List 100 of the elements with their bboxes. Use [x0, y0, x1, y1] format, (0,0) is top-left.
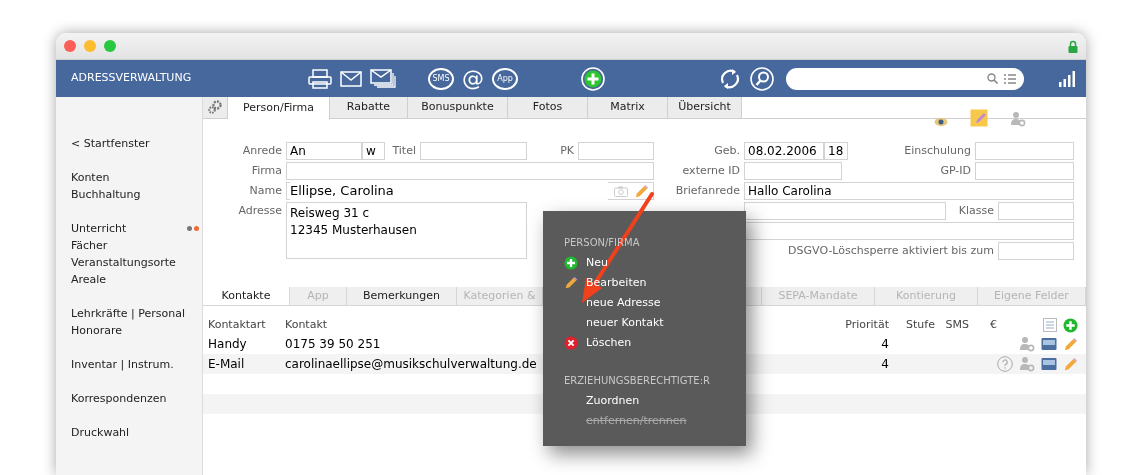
- sidebar-link[interactable]: Buchhaltung: [71, 186, 141, 203]
- table-cell-text: 4: [880, 356, 889, 373]
- plus-icon: [581, 66, 605, 91]
- sidebar-link[interactable]: Korrespondenzen: [71, 390, 167, 407]
- menu-item[interactable]: Zuordnen: [564, 391, 640, 411]
- sidebar-link[interactable]: Konten: [71, 169, 110, 186]
- printer-button[interactable]: [308, 68, 332, 89]
- camera-icon: [614, 185, 628, 197]
- sidebar-link[interactable]: Inventar | Instrum.: [71, 356, 174, 373]
- window-control-button[interactable]: [64, 40, 76, 52]
- input-field[interactable]: [578, 142, 654, 160]
- user-settings-icon[interactable]: [1019, 336, 1035, 352]
- column-header: SMS: [945, 317, 969, 331]
- user-settings-icon[interactable]: [1010, 111, 1026, 127]
- add-icon[interactable]: [1063, 317, 1078, 333]
- speech-bubble-button[interactable]: SMS: [428, 67, 454, 90]
- tab[interactable]: Matrix: [588, 97, 668, 118]
- settings-icon: [208, 100, 222, 115]
- field-label: externe ID: [681, 163, 741, 179]
- table-cell-text: Handy: [207, 336, 248, 353]
- field-label: PK: [559, 143, 575, 159]
- tab[interactable]: Übersicht: [668, 97, 742, 118]
- input-field[interactable]: Hallo Carolina: [744, 182, 1074, 200]
- field-label: GP-ID: [939, 163, 972, 179]
- window-control-button[interactable]: [84, 40, 96, 52]
- mail-stack-button[interactable]: [370, 68, 396, 89]
- window-control-button[interactable]: [104, 40, 116, 52]
- card-icon[interactable]: [1041, 357, 1057, 371]
- sidebar-link[interactable]: Unterricht: [71, 220, 127, 237]
- input-field[interactable]: [744, 222, 1074, 240]
- search-field[interactable]: [786, 67, 1024, 90]
- field-label: Anrede: [241, 143, 283, 159]
- envelopes-icon: [370, 68, 396, 89]
- printer-icon: [308, 68, 332, 89]
- refresh-icon: [718, 66, 742, 91]
- column-header: Kontakt: [285, 317, 328, 331]
- menu-item[interactable]: neue Adresse: [564, 293, 661, 313]
- tab[interactable]: Kontakte: [203, 287, 290, 305]
- pencil-icon: [564, 276, 578, 290]
- sidebar-link[interactable]: < Startfenster: [71, 135, 150, 152]
- search-button[interactable]: [750, 66, 774, 91]
- at-button[interactable]: @: [462, 67, 484, 90]
- column-header: Kontaktart: [208, 317, 266, 331]
- tab[interactable]: Rabatte: [330, 97, 408, 118]
- input-field[interactable]: [286, 162, 654, 180]
- input-field[interactable]: [998, 242, 1074, 260]
- menu-item[interactable]: Neu: [564, 253, 608, 273]
- input-field[interactable]: [998, 202, 1074, 220]
- input-field[interactable]: [975, 142, 1074, 160]
- input-field[interactable]: An: [286, 142, 362, 160]
- sidebar-link[interactable]: Areale: [71, 271, 107, 288]
- field-label: Name: [248, 183, 283, 199]
- address-field[interactable]: Reisweg 31 c 12345 Musterhausen: [286, 202, 527, 259]
- sidebar-link[interactable]: Lehrkräfte | Personal: [71, 305, 186, 322]
- sidebar-link[interactable]: Fächer: [71, 237, 108, 254]
- input-field[interactable]: [744, 202, 946, 220]
- tab[interactable]: Person/Firma: [228, 97, 330, 120]
- speech-bubble-button[interactable]: App: [492, 67, 518, 90]
- column-header: Stufe: [906, 317, 935, 331]
- table-cell-text: E-Mail: [207, 356, 246, 373]
- column-header: €: [990, 317, 997, 331]
- app-title: ADRESSVERWALTUNG: [70, 70, 193, 87]
- input-field[interactable]: [975, 162, 1074, 180]
- refresh-button[interactable]: [718, 66, 742, 91]
- signal-icon: [1058, 69, 1076, 88]
- field-label: Geb.: [713, 143, 741, 159]
- mail-button[interactable]: [340, 70, 362, 87]
- field-label: Firma: [250, 163, 283, 179]
- menu-heading: ERZIEHUNGSBERECHTIGTE:R: [564, 374, 711, 388]
- field-label: Titel: [391, 143, 417, 159]
- settings-button[interactable]: [203, 97, 228, 118]
- tab[interactable]: Bonuspunkte: [408, 97, 508, 118]
- field-label: Klasse: [957, 203, 995, 219]
- input-field[interactable]: w: [362, 142, 385, 160]
- menu-item[interactable]: neuer Kontakt: [564, 313, 664, 333]
- field-label: DSGVO-Löschsperre aktiviert bis zum: [787, 243, 995, 259]
- sidebar-link[interactable]: Honorare: [71, 322, 122, 339]
- input-field[interactable]: 18: [824, 142, 848, 160]
- input-field[interactable]: Ellipse, Carolina: [286, 182, 654, 200]
- pencil-icon[interactable]: [634, 183, 649, 199]
- table-cell: 0175 39 50 251: [285, 337, 381, 351]
- help-icon[interactable]: [997, 356, 1013, 372]
- list-icon[interactable]: [1043, 318, 1057, 332]
- search-icon: [987, 73, 998, 84]
- input-field[interactable]: [420, 142, 527, 160]
- sidebar-link[interactable]: Druckwahl: [71, 424, 130, 441]
- menu-item[interactable]: Löschen: [564, 333, 632, 353]
- pencil-icon[interactable]: [1063, 336, 1078, 352]
- input-field[interactable]: 08.02.2006: [744, 142, 824, 160]
- user-settings-icon[interactable]: [1019, 356, 1035, 372]
- card-icon[interactable]: [1041, 337, 1057, 351]
- add-button[interactable]: [581, 66, 605, 91]
- pencil-icon[interactable]: [1063, 356, 1078, 372]
- sidebar-link[interactable]: Veranstaltungsorte: [71, 254, 176, 271]
- column-header: Priorität: [845, 317, 889, 331]
- input-field[interactable]: [744, 162, 842, 180]
- note-icon: [970, 109, 988, 127]
- tab[interactable]: Fotos: [508, 97, 588, 118]
- field-label: Einschulung: [903, 143, 972, 159]
- envelope-icon: [340, 70, 362, 87]
